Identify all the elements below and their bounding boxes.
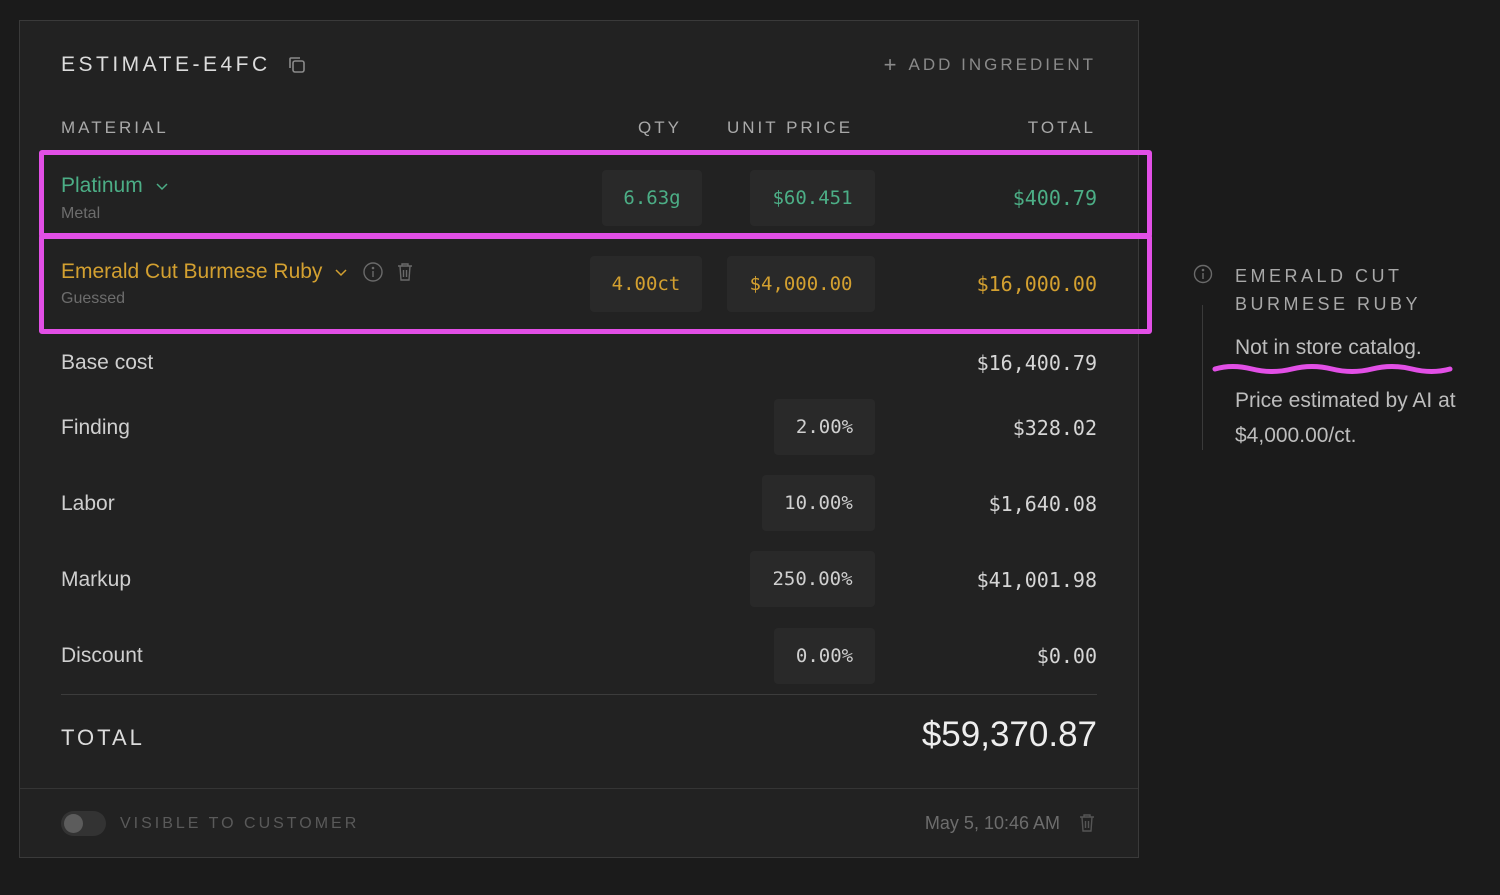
footer-divider — [20, 788, 1138, 789]
visible-to-customer-toggle[interactable] — [61, 811, 106, 836]
column-header-unit-price: UNIT PRICE — [727, 118, 854, 137]
total-value: $59,370.87 — [921, 715, 1097, 754]
material-name-dropdown[interactable]: Platinum — [61, 174, 169, 198]
trash-icon[interactable] — [396, 262, 414, 282]
markup-value: $41,001.98 — [976, 568, 1097, 592]
total-label: TOTAL — [61, 725, 145, 750]
base-cost-value: $16,400.79 — [976, 351, 1097, 375]
column-header-qty: QTY — [638, 118, 682, 137]
side-panel-rule — [1202, 305, 1203, 450]
labor-percent-input[interactable]: 10.00% — [762, 475, 875, 531]
finding-label: Finding — [61, 416, 130, 439]
info-icon — [1193, 264, 1213, 284]
material-category: Metal — [61, 205, 101, 222]
side-panel-title: EMERALD CUT BURMESE RUBY — [1235, 266, 1422, 314]
finding-value: $328.02 — [1012, 416, 1097, 440]
qty-input[interactable]: 6.63g — [602, 170, 702, 226]
add-ingredient-label: ADD INGREDIENT — [908, 55, 1096, 74]
column-header-material: MATERIAL — [61, 118, 169, 137]
material-category: Guessed — [61, 290, 126, 307]
side-panel-note: Not in store catalog. — [1235, 336, 1422, 359]
unit-price-input[interactable]: $60.451 — [750, 170, 875, 226]
markup-label: Markup — [61, 568, 132, 591]
trash-icon[interactable] — [1078, 813, 1096, 833]
info-icon[interactable] — [362, 261, 384, 283]
estimate-id: ESTIMATE-E4FC — [61, 53, 271, 76]
total-divider — [61, 694, 1097, 695]
estimate-title: ESTIMATE-E4FC — [61, 53, 307, 77]
column-header-total: TOTAL — [1027, 118, 1096, 137]
material-name: Emerald Cut Burmese Ruby — [61, 260, 323, 283]
side-panel-description: Price estimated by AI at $4,000.00/ct. — [1235, 389, 1456, 447]
material-name-dropdown[interactable]: Emerald Cut Burmese Ruby — [61, 260, 414, 284]
unit-price-input[interactable]: $4,000.00 — [727, 256, 875, 312]
discount-percent-input[interactable]: 0.00% — [774, 628, 875, 684]
timestamp: May 5, 10:46 AM — [924, 813, 1060, 833]
discount-value: $0.00 — [1036, 644, 1097, 668]
add-ingredient-button[interactable]: + ADD INGREDIENT — [884, 54, 1096, 76]
visible-to-customer-label: VISIBLE TO CUSTOMER — [120, 815, 360, 832]
toggle-knob — [64, 814, 83, 833]
material-total: $16,000.00 — [976, 272, 1097, 296]
qty-input[interactable]: 4.00ct — [590, 256, 702, 312]
markup-percent-input[interactable]: 250.00% — [750, 551, 875, 607]
discount-label: Discount — [61, 644, 143, 667]
labor-value: $1,640.08 — [988, 492, 1097, 516]
estimate-card: ESTIMATE-E4FC + ADD INGREDIENT MATERIAL … — [19, 20, 1139, 858]
plus-icon: + — [883, 52, 900, 77]
copy-icon[interactable] — [287, 55, 307, 75]
material-name: Platinum — [61, 174, 143, 197]
base-cost-label: Base cost — [61, 351, 154, 374]
highlight-underline — [1212, 364, 1453, 374]
chevron-down-icon — [156, 183, 168, 191]
labor-label: Labor — [61, 492, 115, 515]
chevron-down-icon — [335, 269, 347, 277]
material-total: $400.79 — [1012, 186, 1097, 210]
finding-percent-input[interactable]: 2.00% — [774, 399, 875, 455]
